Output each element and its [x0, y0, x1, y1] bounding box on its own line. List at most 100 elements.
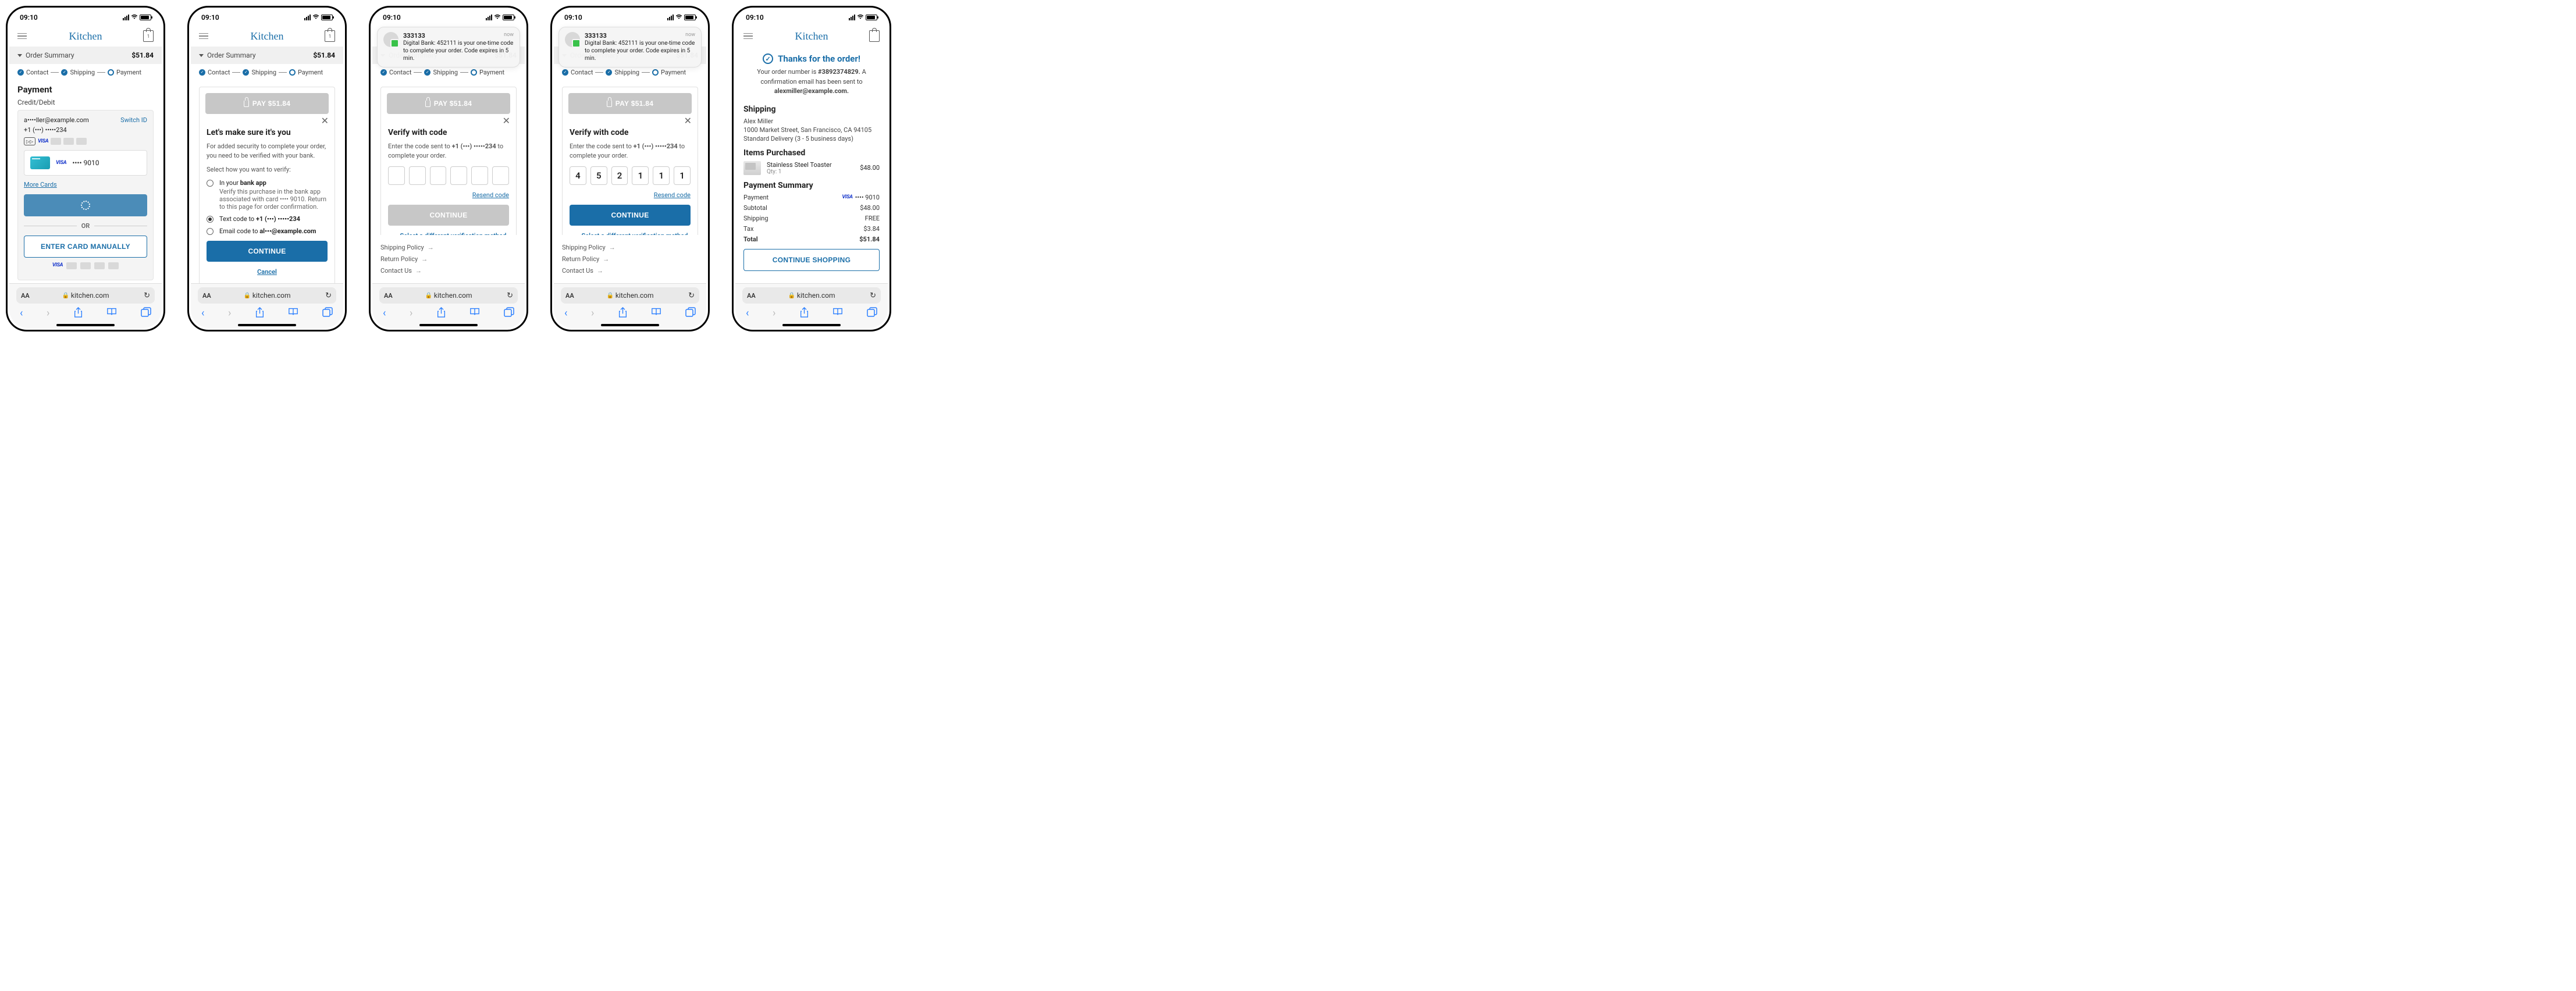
share-icon[interactable]: [618, 307, 628, 320]
otp-digit-5[interactable]: [471, 166, 488, 185]
battery-icon: [866, 15, 877, 20]
otp-digit-3[interactable]: [430, 166, 447, 185]
back-icon[interactable]: ‹: [201, 307, 204, 320]
back-icon[interactable]: ‹: [746, 307, 749, 320]
resend-code-link[interactable]: Resend code: [654, 191, 691, 199]
otp-digit-4[interactable]: 1: [632, 166, 649, 185]
close-icon[interactable]: ✕: [684, 115, 692, 126]
wifi-icon: [494, 13, 501, 22]
order-summary-toggle[interactable]: Order Summary $51.84: [9, 47, 162, 64]
shipping-policy-link[interactable]: Shipping Policy→: [562, 244, 698, 251]
menu-icon[interactable]: [199, 33, 208, 40]
return-policy-link[interactable]: Return Policy→: [562, 255, 698, 263]
tabs-icon[interactable]: [141, 307, 151, 320]
modal-body-text: For added security to complete your orde…: [207, 142, 328, 161]
signal-icon: [849, 15, 855, 20]
tabs-icon[interactable]: [867, 307, 877, 320]
tabs-icon[interactable]: [322, 307, 333, 320]
otp-digit-1[interactable]: [388, 166, 405, 185]
payment-title: Payment: [17, 84, 154, 95]
url-field[interactable]: AA 🔒 kitchen.com ↻: [198, 287, 336, 304]
otp-digit-1[interactable]: 4: [570, 166, 586, 185]
switch-id-link[interactable]: Switch ID: [120, 116, 147, 124]
sms-notification[interactable]: 333133now Digital Bank: 452111 is your o…: [558, 27, 702, 67]
visa-logo: VISA: [52, 262, 63, 269]
text-size-icon[interactable]: AA: [747, 292, 756, 300]
url-field[interactable]: AA 🔒 kitchen.com ↻: [16, 287, 155, 304]
url-field[interactable]: AA 🔒 kitchen.com ↻: [379, 287, 518, 304]
bag-icon[interactable]: [869, 30, 880, 42]
close-icon[interactable]: ✕: [321, 115, 329, 126]
item-price: $48.00: [860, 164, 880, 172]
selected-card[interactable]: VISA •••• 9010: [24, 150, 147, 176]
chevron-down-icon: [17, 54, 22, 57]
bookmarks-icon[interactable]: [106, 307, 117, 320]
back-icon[interactable]: ‹: [564, 307, 567, 320]
text-size-icon[interactable]: AA: [202, 292, 211, 300]
menu-icon[interactable]: [743, 33, 753, 40]
card-art-icon: [30, 156, 50, 169]
share-icon[interactable]: [436, 307, 446, 320]
back-icon[interactable]: ‹: [20, 307, 23, 320]
bookmarks-icon[interactable]: [469, 307, 480, 320]
card-brand-icon: [66, 262, 77, 269]
otp-digit-3[interactable]: 2: [611, 166, 628, 185]
otp-digit-6[interactable]: 1: [674, 166, 691, 185]
verify-option-bank-app[interactable]: In your bank app Verify this purchase in…: [207, 179, 328, 211]
otp-digit-4[interactable]: [450, 166, 467, 185]
close-icon[interactable]: ✕: [503, 115, 510, 126]
otp-digit-5[interactable]: 1: [653, 166, 670, 185]
signal-icon: [667, 15, 674, 20]
enter-card-manually-button[interactable]: ENTER CARD MANUALLY: [24, 236, 147, 258]
share-icon[interactable]: [73, 307, 83, 320]
verify-option-email[interactable]: Email code to al•••@example.com: [207, 227, 328, 235]
resend-code-link[interactable]: Resend code: [472, 191, 509, 199]
reload-icon[interactable]: ↻: [144, 291, 150, 300]
verify-option-text[interactable]: Text code to +1 (•••) •••••234: [207, 215, 328, 223]
text-size-icon[interactable]: AA: [565, 292, 574, 300]
otp-digit-2[interactable]: 5: [590, 166, 607, 185]
reload-icon[interactable]: ↻: [688, 291, 695, 300]
bookmarks-icon[interactable]: [288, 307, 298, 320]
reload-icon[interactable]: ↻: [325, 291, 332, 300]
reload-icon[interactable]: ↻: [870, 291, 876, 300]
tabs-icon[interactable]: [685, 307, 696, 320]
alt-method-link[interactable]: Select a different verification method: [400, 232, 507, 235]
order-summary-toggle[interactable]: Order Summary $51.84: [191, 47, 343, 64]
otp-digit-6[interactable]: [492, 166, 509, 185]
bag-icon[interactable]: 1: [325, 30, 335, 42]
bag-icon[interactable]: 1: [143, 30, 154, 42]
reload-icon[interactable]: ↻: [507, 291, 513, 300]
bookmarks-icon[interactable]: [832, 307, 843, 320]
signal-icon: [123, 15, 129, 20]
return-policy-link[interactable]: Return Policy→: [380, 255, 517, 263]
alt-method-link[interactable]: Select a different verification method: [582, 232, 688, 235]
brand-logo[interactable]: Kitchen: [69, 30, 102, 42]
ship-method: Standard Delivery (3 - 5 business days): [743, 135, 880, 142]
continue-button[interactable]: CONTINUE: [570, 205, 691, 226]
text-size-icon[interactable]: AA: [21, 292, 30, 300]
otp-digit-2[interactable]: [409, 166, 426, 185]
menu-icon[interactable]: [17, 33, 27, 40]
continue-shopping-button[interactable]: CONTINUE SHOPPING: [743, 249, 880, 271]
or-divider: OR: [81, 222, 90, 230]
contact-us-link[interactable]: Contact Us→: [380, 267, 517, 275]
continue-button[interactable]: CONTINUE: [207, 241, 328, 262]
more-cards-link[interactable]: More Cards: [24, 181, 57, 188]
url-field[interactable]: AA 🔒 kitchen.com ↻: [561, 287, 699, 304]
back-icon[interactable]: ‹: [383, 307, 386, 320]
bookmarks-icon[interactable]: [651, 307, 661, 320]
text-size-icon[interactable]: AA: [384, 292, 393, 300]
brand-logo[interactable]: Kitchen: [795, 30, 828, 42]
url-field[interactable]: AA 🔒 kitchen.com ↻: [742, 287, 881, 304]
contact-us-link[interactable]: Contact Us→: [562, 267, 698, 275]
tabs-icon[interactable]: [504, 307, 514, 320]
cancel-link[interactable]: Cancel: [257, 268, 277, 276]
brand-logo[interactable]: Kitchen: [251, 30, 284, 42]
sms-notification[interactable]: 333133now Digital Bank: 452111 is your o…: [377, 27, 520, 67]
share-icon[interactable]: [255, 307, 265, 320]
share-icon[interactable]: [799, 307, 809, 320]
shipping-policy-link[interactable]: Shipping Policy→: [380, 244, 517, 251]
safari-toolbar: AA 🔒 kitchen.com ↻ ‹ ›: [9, 283, 162, 328]
safari-toolbar: AA 🔒 kitchen.com ↻ ‹ ›: [191, 283, 343, 328]
